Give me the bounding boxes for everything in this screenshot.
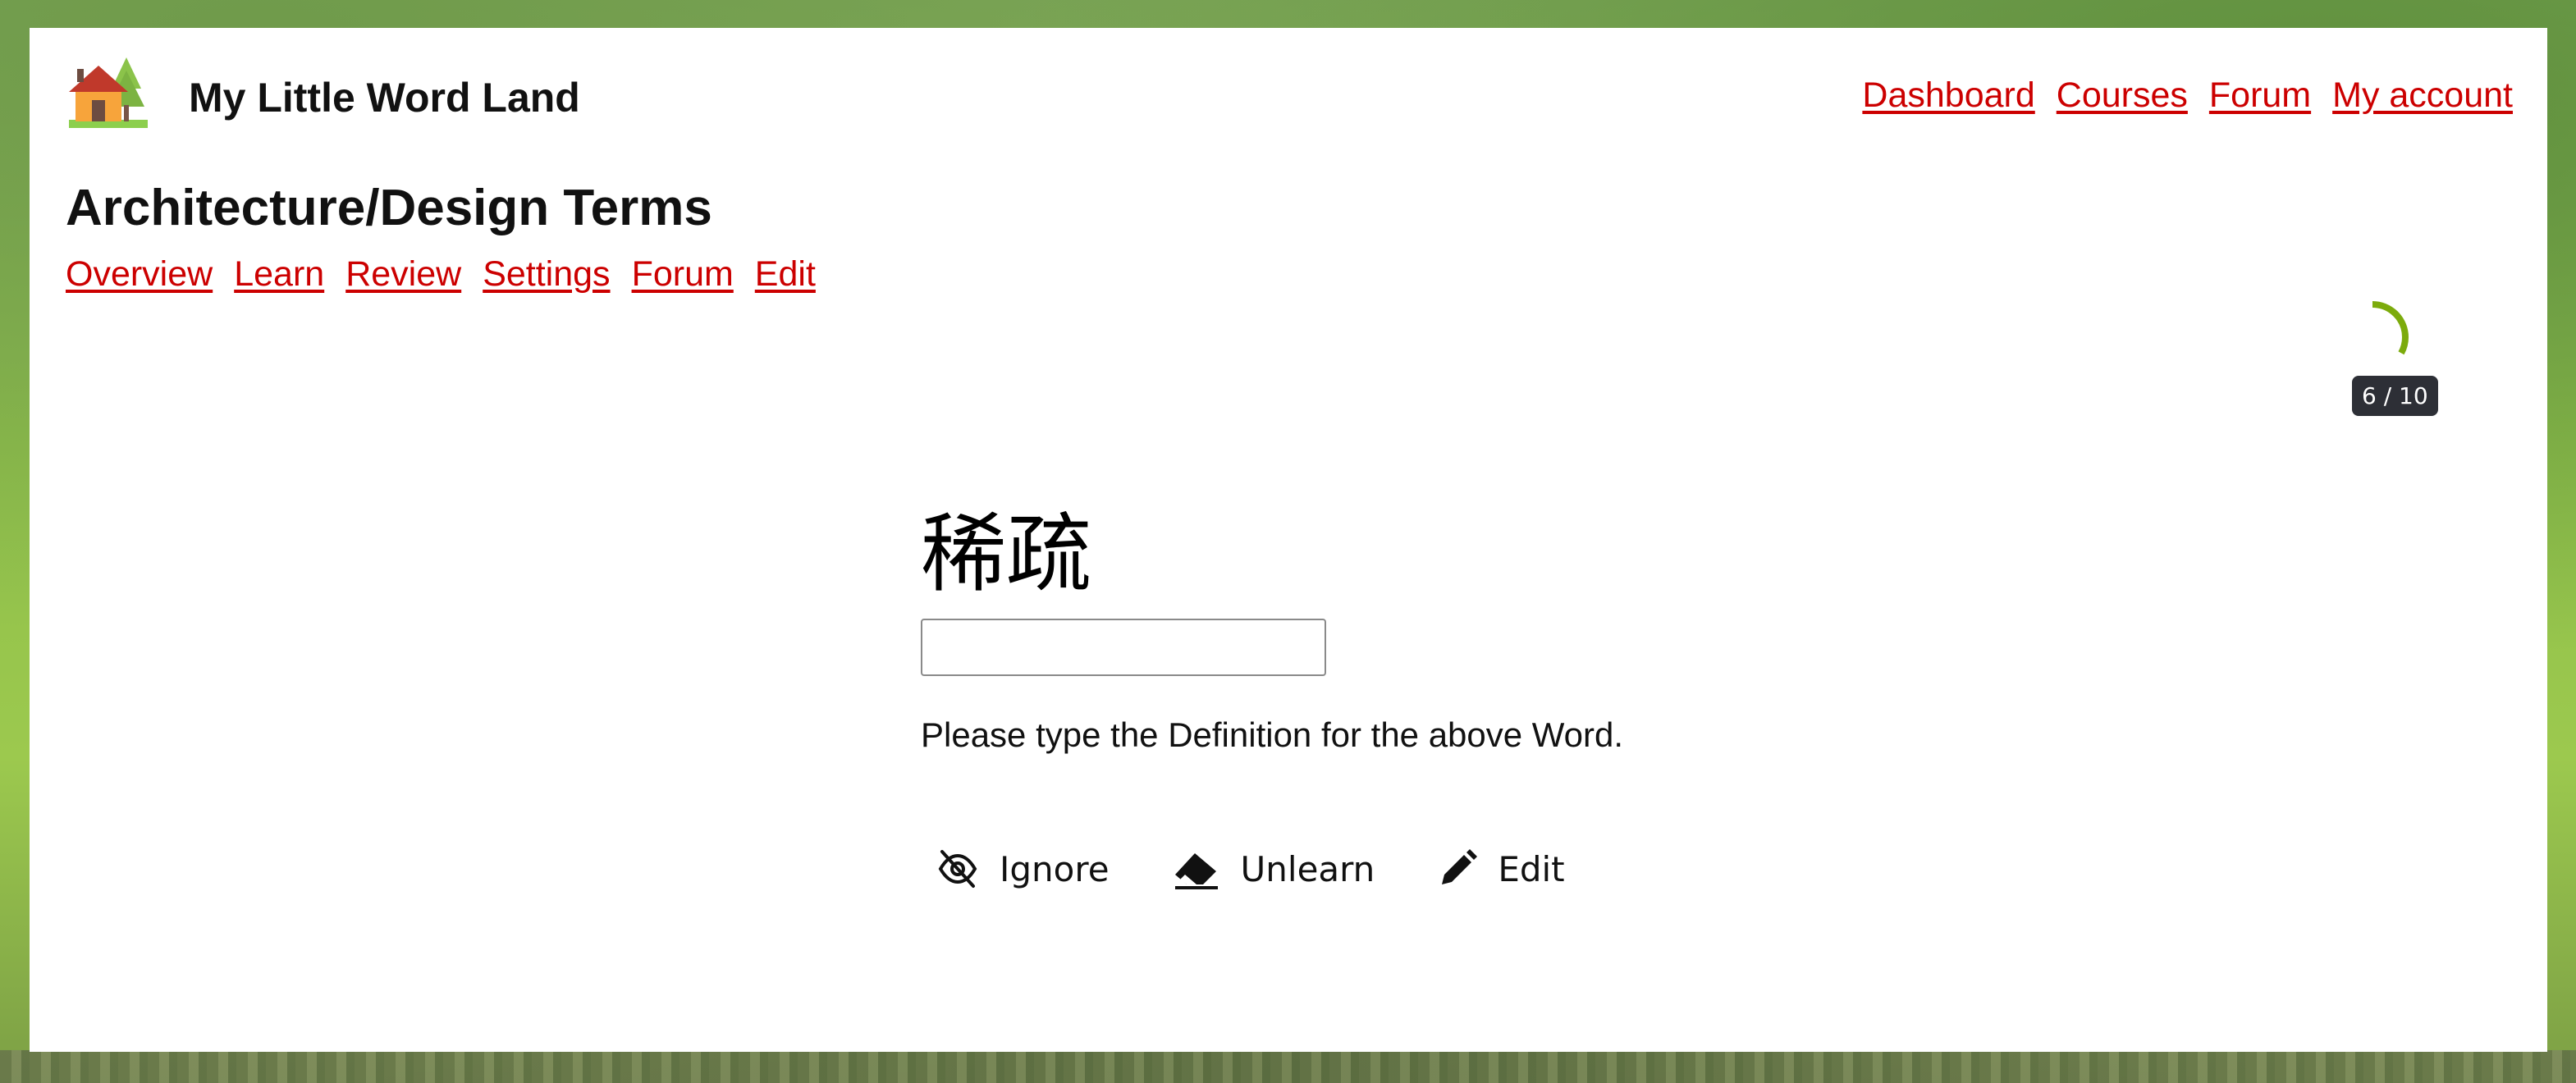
action-bar: Ignore Unlearn Edit [936, 847, 1565, 891]
pencil-icon [1442, 849, 1478, 884]
main-panel: My Little Word Land Dashboard Courses Fo… [30, 28, 2547, 1052]
progress-ring [2336, 301, 2409, 373]
unlearn-label: Unlearn [1240, 848, 1375, 889]
tab-overview[interactable]: Overview [66, 254, 213, 295]
tab-forum[interactable]: Forum [632, 254, 734, 295]
ignore-button[interactable]: Ignore [936, 847, 1110, 891]
edit-button[interactable]: Edit [1437, 848, 1565, 889]
app-title: My Little Word Land [189, 75, 580, 121]
top-navigation: Dashboard Courses Forum My account [1862, 75, 2513, 116]
eye-slash-icon [938, 850, 977, 888]
tab-settings[interactable]: Settings [483, 254, 610, 295]
nav-link-forum[interactable]: Forum [2209, 75, 2311, 116]
edit-label: Edit [1498, 848, 1565, 889]
quiz-word: 稀疏 [921, 504, 1092, 604]
unlearn-button[interactable]: Unlearn [1172, 847, 1375, 891]
tab-review[interactable]: Review [345, 254, 461, 295]
instruction-text: Please type the Definition for the above… [921, 715, 1624, 754]
house-icon [69, 57, 148, 128]
progress-badge: 6 / 10 [2352, 376, 2438, 416]
nav-link-courses[interactable]: Courses [2057, 75, 2188, 116]
nav-link-dashboard[interactable]: Dashboard [1862, 75, 2034, 116]
eraser-icon [1174, 853, 1218, 889]
tab-learn[interactable]: Learn [234, 254, 324, 295]
tab-edit[interactable]: Edit [755, 254, 816, 295]
background-image [0, 1050, 2576, 1083]
course-title: Architecture/Design Terms [66, 180, 712, 236]
course-navigation: Overview Learn Review Settings Forum Edi… [66, 254, 816, 295]
ignore-label: Ignore [1000, 848, 1110, 889]
answer-input[interactable] [921, 619, 1326, 676]
nav-link-my-account[interactable]: My account [2332, 75, 2513, 116]
